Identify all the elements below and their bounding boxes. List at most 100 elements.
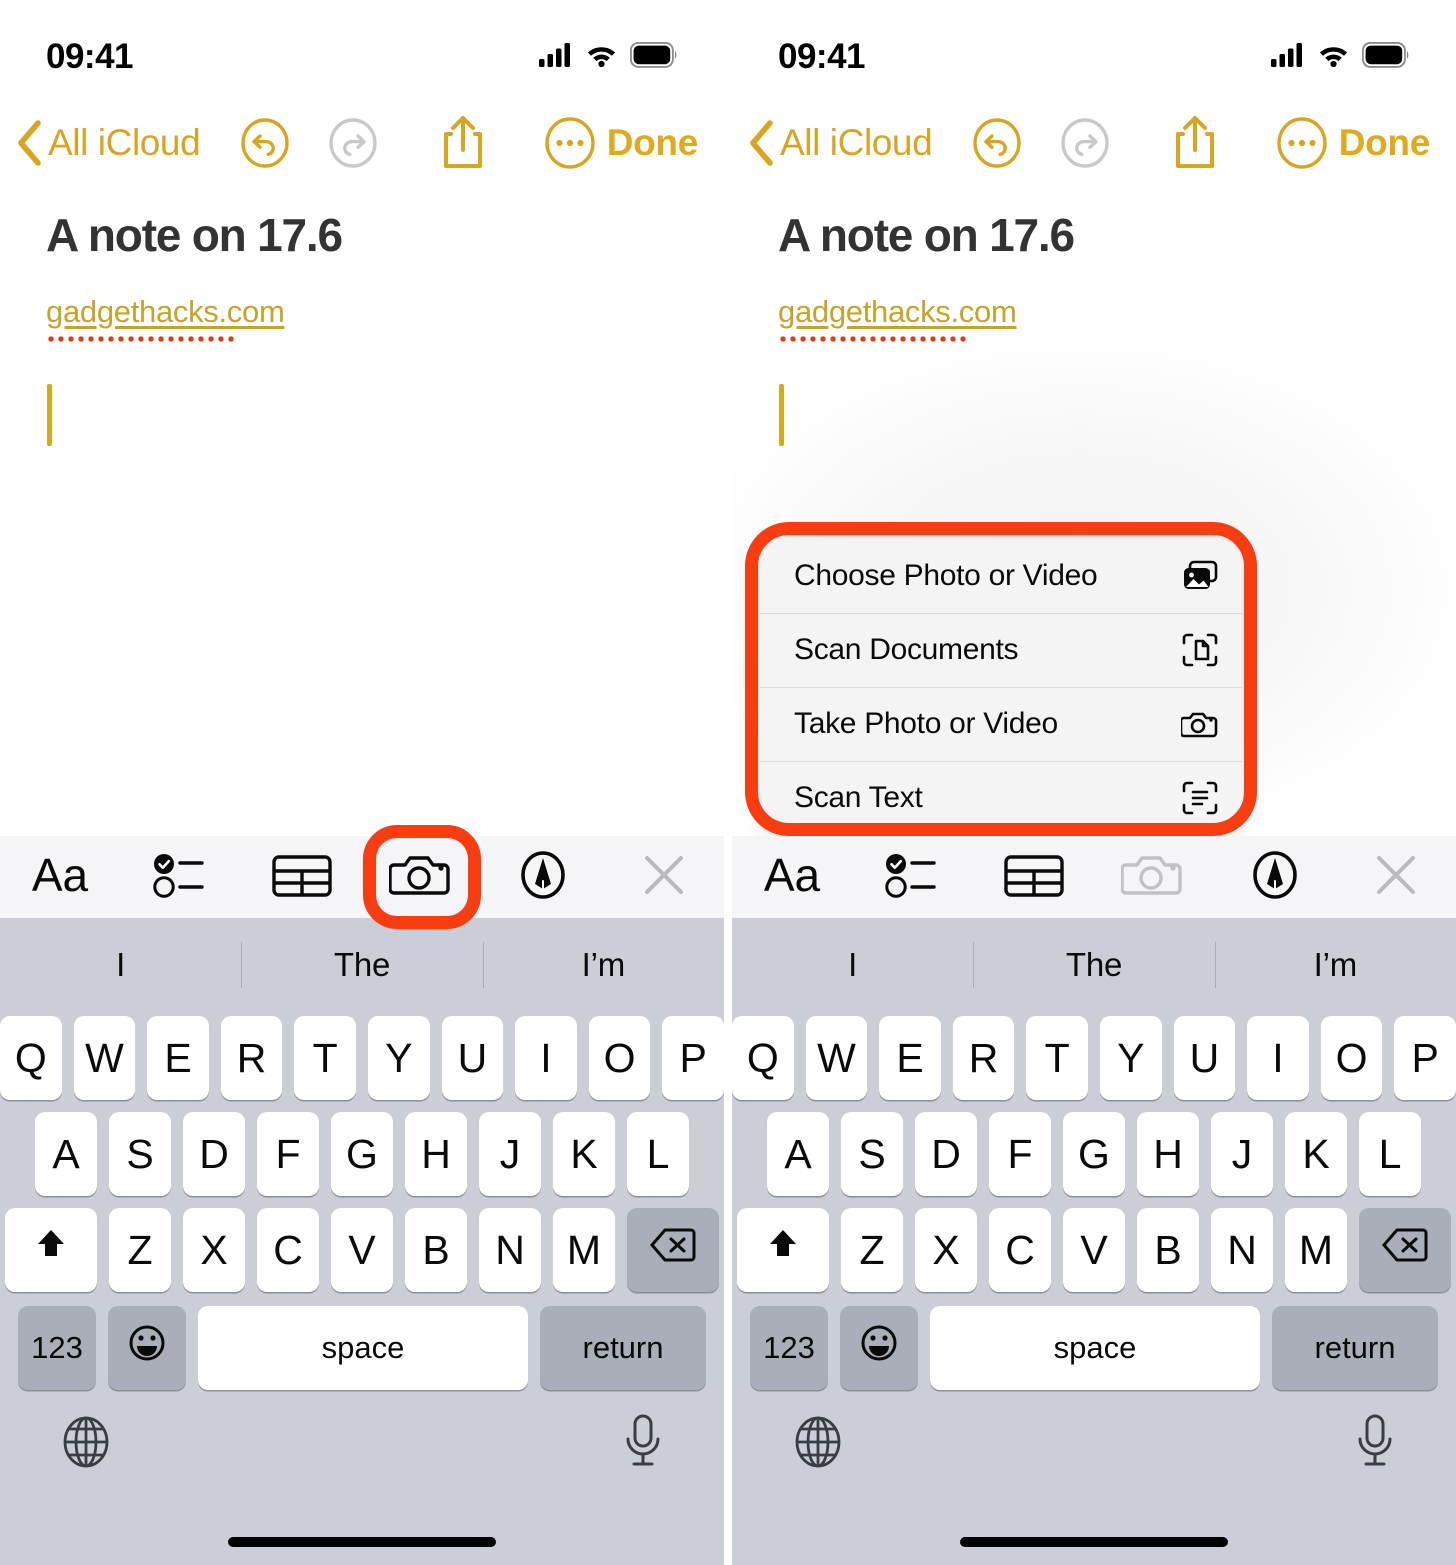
key-p[interactable]: P bbox=[1394, 1016, 1456, 1100]
key-r[interactable]: R bbox=[220, 1016, 283, 1100]
text-format-button[interactable]: Aa bbox=[0, 836, 121, 918]
key-d[interactable]: D bbox=[183, 1112, 245, 1196]
close-toolbar-button[interactable] bbox=[1335, 836, 1456, 918]
key-y[interactable]: Y bbox=[1100, 1016, 1162, 1100]
key-i[interactable]: I bbox=[515, 1016, 577, 1100]
undo-icon[interactable] bbox=[972, 118, 1022, 168]
menu-item-take-photo-or-video[interactable]: Take Photo or Video bbox=[760, 687, 1242, 761]
key-s[interactable]: S bbox=[109, 1112, 171, 1196]
key-v[interactable]: V bbox=[331, 1208, 393, 1292]
table-button[interactable] bbox=[973, 836, 1094, 918]
key-f[interactable]: F bbox=[257, 1112, 319, 1196]
key-d[interactable]: D bbox=[915, 1112, 977, 1196]
suggestion-item[interactable]: I bbox=[732, 946, 973, 984]
key-r[interactable]: R bbox=[952, 1016, 1015, 1100]
key-i[interactable]: I bbox=[1247, 1016, 1309, 1100]
key-a[interactable]: A bbox=[767, 1112, 829, 1196]
key-u[interactable]: U bbox=[441, 1016, 504, 1100]
numbers-key[interactable]: 123 bbox=[750, 1306, 828, 1390]
key-z[interactable]: Z bbox=[841, 1208, 903, 1292]
checklist-button[interactable] bbox=[853, 836, 974, 918]
key-y[interactable]: Y bbox=[368, 1016, 430, 1100]
more-ellipsis-icon[interactable] bbox=[1276, 117, 1328, 169]
note-link[interactable]: gadgethacks.com bbox=[46, 294, 285, 330]
key-s[interactable]: S bbox=[841, 1112, 903, 1196]
key-j[interactable]: J bbox=[479, 1112, 541, 1196]
key-w[interactable]: W bbox=[805, 1016, 868, 1100]
space-key[interactable]: space bbox=[198, 1306, 528, 1390]
suggestion-item[interactable]: I’m bbox=[1215, 946, 1456, 984]
key-q[interactable]: Q bbox=[732, 1016, 794, 1100]
undo-icon[interactable] bbox=[240, 118, 290, 168]
backspace-key[interactable] bbox=[1359, 1208, 1451, 1292]
return-key[interactable]: return bbox=[540, 1306, 706, 1390]
more-ellipsis-icon[interactable] bbox=[544, 117, 596, 169]
key-m[interactable]: M bbox=[553, 1208, 615, 1292]
key-x[interactable]: X bbox=[915, 1208, 977, 1292]
suggestion-item[interactable]: The bbox=[241, 946, 482, 984]
key-z[interactable]: Z bbox=[109, 1208, 171, 1292]
text-format-button[interactable]: Aa bbox=[732, 836, 853, 918]
globe-icon[interactable] bbox=[792, 1414, 844, 1475]
key-c[interactable]: C bbox=[257, 1208, 319, 1292]
key-a[interactable]: A bbox=[35, 1112, 97, 1196]
key-l[interactable]: L bbox=[1359, 1112, 1421, 1196]
shift-key[interactable] bbox=[737, 1208, 829, 1292]
key-m[interactable]: M bbox=[1285, 1208, 1347, 1292]
key-x[interactable]: X bbox=[183, 1208, 245, 1292]
key-f[interactable]: F bbox=[989, 1112, 1051, 1196]
key-n[interactable]: N bbox=[1211, 1208, 1273, 1292]
emoji-key[interactable] bbox=[108, 1306, 186, 1390]
key-e[interactable]: E bbox=[147, 1016, 209, 1100]
key-g[interactable]: G bbox=[1063, 1112, 1125, 1196]
key-u[interactable]: U bbox=[1173, 1016, 1236, 1100]
checklist-button[interactable] bbox=[121, 836, 242, 918]
microphone-icon[interactable] bbox=[622, 1413, 664, 1476]
menu-item-scan-text[interactable]: Scan Text bbox=[760, 761, 1242, 835]
backspace-key[interactable] bbox=[627, 1208, 719, 1292]
key-o[interactable]: O bbox=[588, 1016, 651, 1100]
close-toolbar-button[interactable] bbox=[603, 836, 724, 918]
table-button[interactable] bbox=[241, 836, 362, 918]
done-button[interactable]: Done bbox=[1339, 122, 1431, 164]
key-n[interactable]: N bbox=[479, 1208, 541, 1292]
space-key[interactable]: space bbox=[930, 1306, 1260, 1390]
note-link[interactable]: gadgethacks.com bbox=[778, 294, 1017, 330]
return-key[interactable]: return bbox=[1272, 1306, 1438, 1390]
key-k[interactable]: K bbox=[1285, 1112, 1347, 1196]
numbers-key[interactable]: 123 bbox=[18, 1306, 96, 1390]
key-q[interactable]: Q bbox=[0, 1016, 62, 1100]
back-button[interactable]: All iCloud bbox=[748, 120, 933, 166]
emoji-key[interactable] bbox=[840, 1306, 918, 1390]
share-icon[interactable] bbox=[440, 114, 486, 172]
globe-icon[interactable] bbox=[60, 1414, 112, 1475]
key-t[interactable]: T bbox=[294, 1016, 356, 1100]
key-v[interactable]: V bbox=[1063, 1208, 1125, 1292]
key-g[interactable]: G bbox=[331, 1112, 393, 1196]
done-button[interactable]: Done bbox=[607, 122, 699, 164]
key-e[interactable]: E bbox=[879, 1016, 941, 1100]
key-c[interactable]: C bbox=[989, 1208, 1051, 1292]
markup-pen-button[interactable] bbox=[1215, 836, 1336, 918]
camera-button[interactable] bbox=[362, 825, 483, 929]
camera-button[interactable] bbox=[1094, 836, 1215, 918]
key-l[interactable]: L bbox=[627, 1112, 689, 1196]
key-t[interactable]: T bbox=[1026, 1016, 1088, 1100]
key-h[interactable]: H bbox=[405, 1112, 467, 1196]
back-button[interactable]: All iCloud bbox=[16, 120, 201, 166]
key-o[interactable]: O bbox=[1320, 1016, 1383, 1100]
suggestion-item[interactable]: The bbox=[973, 946, 1214, 984]
microphone-icon[interactable] bbox=[1354, 1413, 1396, 1476]
key-b[interactable]: B bbox=[405, 1208, 467, 1292]
key-h[interactable]: H bbox=[1137, 1112, 1199, 1196]
markup-pen-button[interactable] bbox=[483, 836, 604, 918]
suggestion-item[interactable]: I bbox=[0, 946, 241, 984]
key-b[interactable]: B bbox=[1137, 1208, 1199, 1292]
suggestion-item[interactable]: I’m bbox=[483, 946, 724, 984]
shift-key[interactable] bbox=[5, 1208, 97, 1292]
share-icon[interactable] bbox=[1172, 114, 1218, 172]
menu-item-choose-photo-or-video[interactable]: Choose Photo or Video bbox=[760, 539, 1242, 613]
key-p[interactable]: P bbox=[662, 1016, 724, 1100]
key-k[interactable]: K bbox=[553, 1112, 615, 1196]
key-j[interactable]: J bbox=[1211, 1112, 1273, 1196]
